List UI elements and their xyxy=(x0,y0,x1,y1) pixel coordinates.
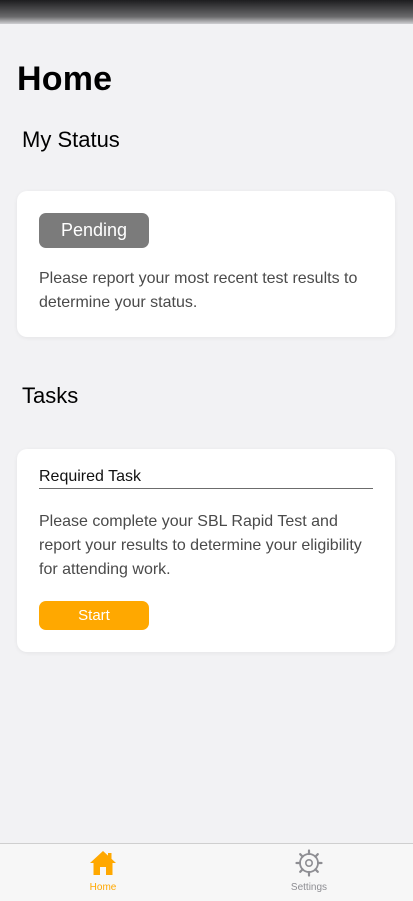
tab-bar: Home Settings xyxy=(0,843,413,901)
status-badge: Pending xyxy=(39,213,149,248)
tasks-section-title: Tasks xyxy=(22,383,79,408)
status-card: Pending Please report your most recent t… xyxy=(17,191,395,337)
my-status-section-title: My Status xyxy=(22,127,120,152)
tab-home[interactable]: Home xyxy=(53,848,153,900)
tab-settings-label: Settings xyxy=(290,882,328,893)
gear-icon xyxy=(295,849,323,877)
status-message: Please report your most recent test resu… xyxy=(39,270,358,311)
start-button[interactable]: Start xyxy=(39,601,149,630)
page-title: Home xyxy=(17,60,113,98)
house-icon xyxy=(90,851,116,875)
tab-settings[interactable]: Settings xyxy=(259,848,359,900)
tab-home-label: Home xyxy=(89,882,117,893)
task-message: Please complete your SBL Rapid Test and … xyxy=(39,513,362,578)
task-heading: Required Task xyxy=(39,468,373,489)
required-task-card: Required Task Please complete your SBL R… xyxy=(17,449,395,652)
status-bar xyxy=(0,0,413,24)
